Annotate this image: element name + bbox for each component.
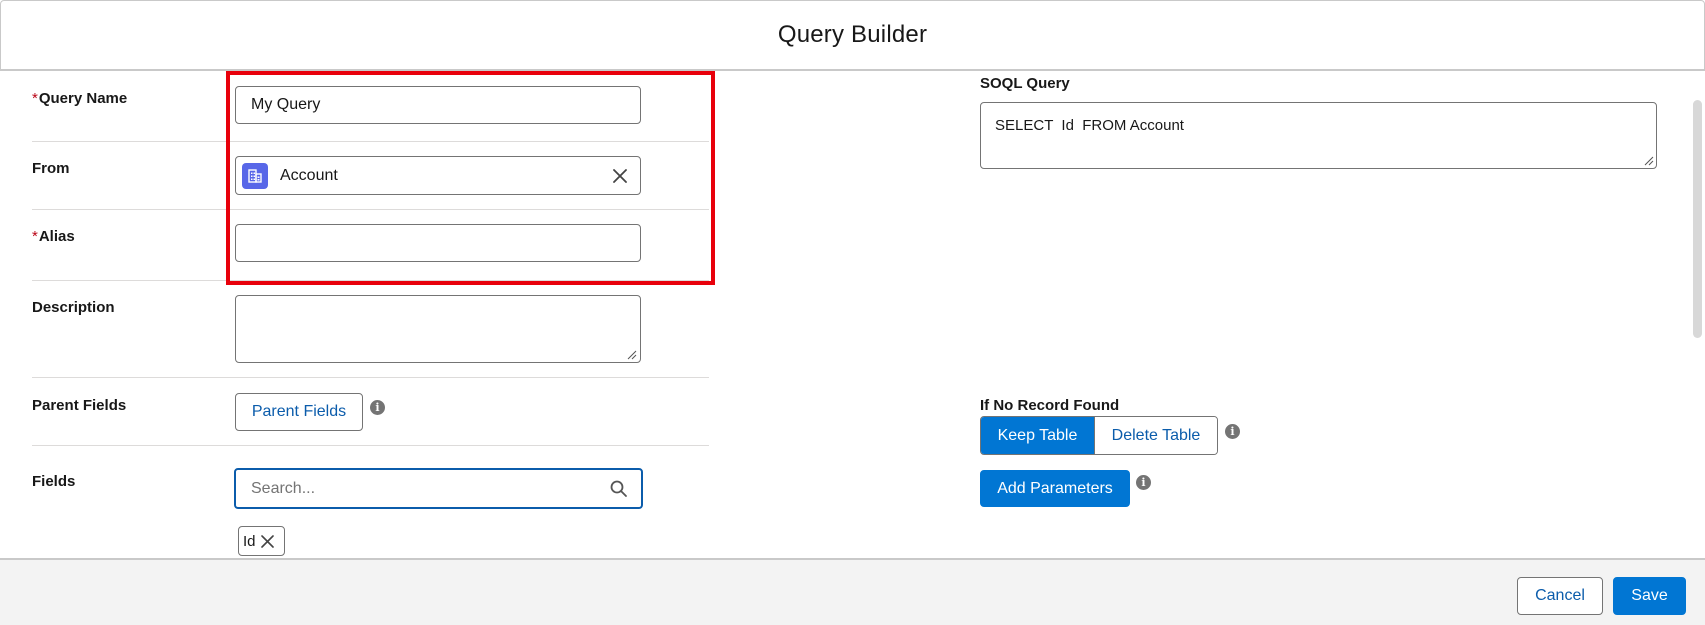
resize-grip-icon[interactable] <box>627 350 637 360</box>
parent-fields-label: Parent Fields <box>32 397 127 414</box>
description-label: Description <box>32 299 115 316</box>
resize-grip-icon[interactable] <box>1644 156 1654 166</box>
add-parameters-button[interactable]: Add Parameters <box>980 470 1130 507</box>
row-divider <box>32 377 709 378</box>
fields-search-box[interactable] <box>234 468 643 509</box>
required-marker: * <box>32 90 38 107</box>
info-icon[interactable]: i <box>1225 424 1240 439</box>
from-label: From <box>32 160 70 177</box>
info-icon[interactable]: i <box>370 400 385 415</box>
remove-pill-icon[interactable] <box>260 533 276 549</box>
modal-header: Query Builder <box>0 0 1705 71</box>
fields-label: Fields <box>32 473 76 490</box>
search-icon <box>610 480 627 497</box>
info-icon[interactable]: i <box>1136 475 1151 490</box>
soql-query-textarea[interactable]: SELECT Id FROM Account <box>980 102 1657 169</box>
save-button[interactable]: Save <box>1613 577 1686 615</box>
parent-fields-button[interactable]: Parent Fields <box>235 393 363 431</box>
required-marker: * <box>32 228 38 245</box>
fields-search-input[interactable] <box>236 470 596 507</box>
row-divider <box>32 445 709 446</box>
query-name-label: *Query Name <box>32 90 128 107</box>
soql-query-label: SOQL Query <box>980 75 1070 92</box>
cancel-button[interactable]: Cancel <box>1517 577 1603 615</box>
modal-title: Query Builder <box>777 21 928 48</box>
alias-label: *Alias <box>32 228 75 245</box>
pill-label: Id <box>243 532 256 550</box>
delete-table-button[interactable]: Delete Table <box>1094 417 1217 454</box>
description-textarea[interactable] <box>235 295 641 363</box>
no-record-label: If No Record Found <box>980 397 1120 414</box>
scrollbar-thumb[interactable] <box>1693 100 1702 338</box>
selected-field-pill: Id <box>238 526 285 556</box>
highlight-box <box>226 71 715 285</box>
keep-table-button[interactable]: Keep Table <box>981 417 1094 454</box>
no-record-button-group: Keep Table Delete Table <box>980 416 1218 455</box>
modal-footer: Cancel Save <box>0 558 1705 625</box>
